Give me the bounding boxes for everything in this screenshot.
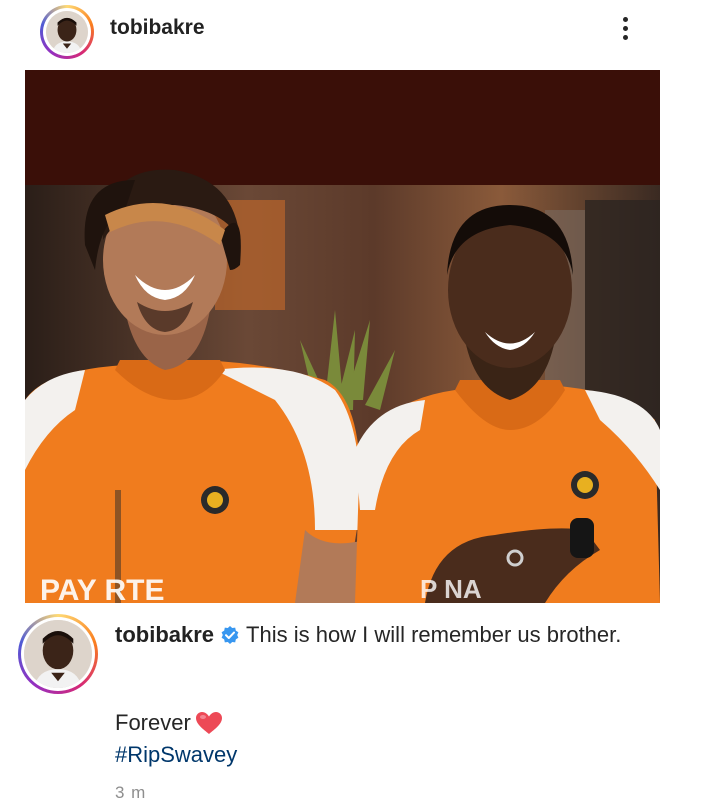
caption-hashtag-link[interactable]: #RipSwavey [115, 740, 237, 770]
caption-forever-text: Forever [115, 710, 191, 735]
red-heart-icon [195, 711, 223, 735]
avatar-photo [24, 620, 92, 688]
caption-forever-line: Forever [115, 708, 223, 738]
post-photo[interactable]: PAY RTE P NA [25, 70, 660, 603]
caption-text: This is how I will remember us brother. [246, 622, 622, 647]
post-image: PAY RTE P NA [25, 70, 660, 603]
caption-username[interactable]: tobibakre [115, 622, 214, 647]
avatar-photo [46, 11, 88, 53]
post-caption: tobibakre This is how I will remember us … [115, 620, 695, 650]
post-timestamp: 3 m [115, 783, 147, 802]
post-username[interactable]: tobibakre [110, 16, 205, 40]
jersey-text-right: P NA [420, 574, 482, 603]
profile-avatar[interactable] [40, 5, 94, 59]
verified-badge-icon [220, 623, 240, 644]
more-vertical-icon[interactable] [610, 12, 640, 46]
caption-avatar[interactable] [18, 614, 98, 694]
post-header: tobibakre [0, 0, 720, 64]
jersey-text-left: PAY RTE [40, 574, 165, 603]
